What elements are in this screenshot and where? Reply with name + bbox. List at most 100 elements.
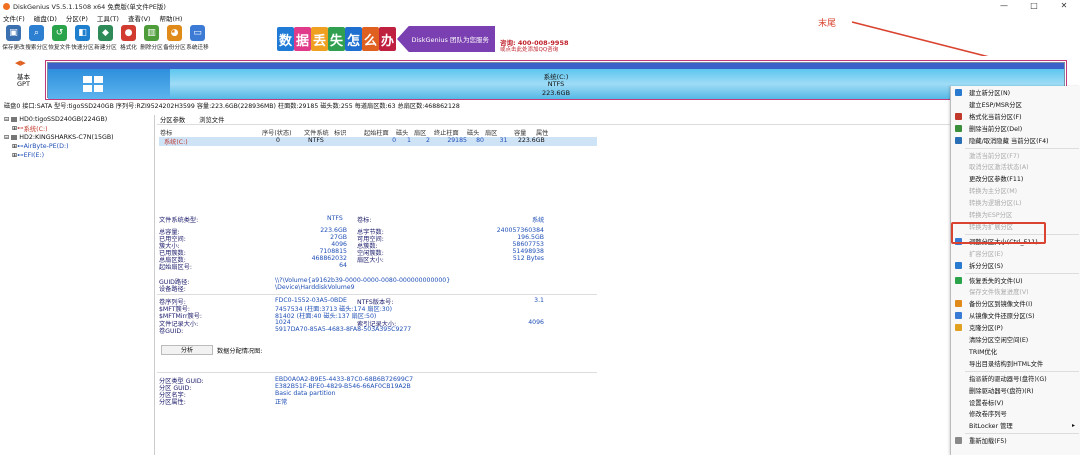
menu-item-icon bbox=[955, 410, 962, 417]
context-menu-item[interactable]: 导出目录结构到HTML文件 bbox=[951, 358, 1080, 369]
banner-char: 丢 bbox=[311, 27, 328, 51]
menu-item-icon bbox=[955, 324, 962, 332]
context-menu-label: 克隆分区(P) bbox=[969, 325, 1003, 333]
context-menu-item: 转换为ESP分区 bbox=[951, 209, 1080, 220]
system-migrate-button[interactable]: ▭ 系统迁移 bbox=[186, 23, 209, 55]
context-menu-label: 建立新分区(N) bbox=[969, 90, 1011, 97]
menu-item-icon bbox=[955, 124, 962, 132]
context-menu-label: 设置卷标(V) bbox=[969, 399, 1004, 407]
context-menu-label: 取消分区激活状态(A) bbox=[969, 164, 1029, 172]
menu-view[interactable]: 查看(V) bbox=[128, 13, 151, 23]
fs-info-value: 1024 bbox=[275, 319, 291, 326]
context-menu-item[interactable]: 指派新的驱动器号(盘符)(G) bbox=[951, 373, 1080, 384]
title-bar: DiskGenius V5.5.1.1508 x64 免费版(单文件PE版) —… bbox=[0, 0, 1080, 12]
disk-nav-arrows-icon[interactable]: ◀▶ bbox=[15, 59, 26, 67]
context-menu-item[interactable]: 更改分区参数(F11) bbox=[951, 173, 1080, 184]
fs-info-value: 5917DA70-85A5-4683-8FA8-503A395C9277 bbox=[275, 326, 412, 333]
context-menu: 建立新分区(N) 建立ESP/MSR分区格式化当前分区(F) 删除当前分区(Del)… bbox=[950, 86, 1080, 455]
context-menu-item[interactable]: 备份分区到镜像文件(I) bbox=[951, 298, 1080, 309]
context-menu-item[interactable]: 格式化当前分区(F) bbox=[951, 111, 1080, 122]
context-menu-item: 转换为主分区(M) bbox=[951, 185, 1080, 196]
context-menu-label: BitLocker 管理 bbox=[969, 423, 1013, 431]
menu-item-icon bbox=[955, 387, 962, 394]
tree-item-hd0[interactable]: ⊟ HD0:tigoSSD240GB(224GB) bbox=[0, 115, 154, 124]
save-changes-button[interactable]: ▣ 保存更改 bbox=[2, 23, 25, 55]
menu-item-icon bbox=[955, 136, 962, 144]
recover-icon: ↺ bbox=[52, 25, 67, 41]
context-menu-item[interactable]: 清除分区空闲空间(E) bbox=[951, 334, 1080, 345]
device-path-label: 设备路径: bbox=[159, 286, 186, 293]
promo-banner[interactable]: 数 据 丢 失 怎 么 办 DiskGenius 团队为您服务 咨询: 400-… bbox=[275, 24, 569, 55]
context-menu-item[interactable]: 建立新分区(N) bbox=[951, 87, 1080, 98]
recover-files-button[interactable]: ↺ 恢复文件 bbox=[48, 23, 71, 55]
context-menu-label: 修改卷序列号 bbox=[969, 411, 1007, 419]
menu-item-icon bbox=[955, 348, 962, 355]
device-path-value: \Device\HarddiskVolume9 bbox=[275, 284, 355, 291]
menu-disk[interactable]: 磁盘(D) bbox=[34, 13, 57, 23]
save-icon: ▣ bbox=[6, 25, 21, 41]
context-menu-label: 导出目录结构到HTML文件 bbox=[969, 360, 1044, 368]
analyze-label: 数据分配情况图: bbox=[217, 348, 263, 355]
context-menu-label: 保存文件恢复进度(V) bbox=[969, 289, 1029, 297]
context-menu-item[interactable]: TRIM优化 bbox=[951, 346, 1080, 357]
expand-icon[interactable]: ⊟ bbox=[4, 116, 9, 123]
menu-help[interactable]: 帮助(H) bbox=[159, 13, 182, 23]
menu-item-icon bbox=[955, 360, 962, 367]
analyze-button[interactable]: 分析 bbox=[161, 345, 213, 355]
context-menu-item: 转换为逻辑分区(L) bbox=[951, 197, 1080, 208]
tab-browse-files[interactable]: 浏览文件 bbox=[199, 115, 224, 124]
context-menu-item: 保存文件恢复进度(V) bbox=[951, 286, 1080, 297]
context-menu-item[interactable]: 隐藏/取消隐藏 当前分区(F4) bbox=[951, 135, 1080, 146]
menu-item-icon bbox=[955, 422, 962, 429]
new-partition-button[interactable]: ◆ 新建分区 bbox=[94, 23, 117, 55]
vol-label-value: 系统 bbox=[532, 217, 545, 224]
banner-char: 怎 bbox=[345, 27, 362, 51]
fs-type-value: NTFS bbox=[327, 215, 343, 222]
menu-file[interactable]: 文件(F) bbox=[3, 13, 25, 23]
menu-separator bbox=[965, 147, 1079, 149]
menu-separator bbox=[965, 433, 1079, 435]
window-title: DiskGenius V5.5.1.1508 x64 免费版(单文件PE版) bbox=[13, 3, 166, 11]
context-menu-item[interactable]: 删除驱动器号(盘符)(R) bbox=[951, 385, 1080, 396]
tab-partition-params[interactable]: 分区参数 bbox=[160, 115, 185, 124]
disk-info-line: 磁盘0 接口:SATA 型号:tigoSSD240GB 序列号:RZI95242… bbox=[4, 103, 460, 110]
tree-item-d[interactable]: ⊞ ⊷ AirByte-PE(D:) bbox=[0, 142, 154, 151]
menu-partition[interactable]: 分区(P) bbox=[66, 13, 88, 23]
close-button[interactable]: ✕ bbox=[1050, 0, 1078, 12]
fs-info-value: 3.1 bbox=[534, 297, 544, 304]
tree-item-hd2[interactable]: ⊟ HD2:KINGSHARKS-C7N(15GB) bbox=[0, 133, 154, 142]
context-menu-label: 建立ESP/MSR分区 bbox=[969, 101, 1022, 109]
context-menu-label: 删除当前分区(Del) bbox=[969, 125, 1023, 133]
backup-partition-button[interactable]: ◕ 备份分区 bbox=[163, 23, 186, 55]
table-row[interactable]: 系统(C:) 0 NTFS 0 1 2 29185 80 31 223.6GB bbox=[159, 137, 597, 146]
minimize-button[interactable]: — bbox=[990, 0, 1018, 12]
context-menu-item[interactable]: 克隆分区(P) bbox=[951, 322, 1080, 333]
format-button[interactable]: ● 格式化 bbox=[117, 23, 140, 55]
quick-partition-button[interactable]: ◧ 快速分区 bbox=[71, 23, 94, 55]
context-menu-item: 扩容分区(E) bbox=[951, 248, 1080, 259]
context-menu-label: 从镜像文件还原分区(S) bbox=[969, 313, 1035, 321]
context-menu-item[interactable]: 恢复丢失的文件(U) bbox=[951, 275, 1080, 286]
context-menu-item[interactable]: 从镜像文件还原分区(S) bbox=[951, 310, 1080, 321]
context-menu-item[interactable]: BitLocker 管理 ▸ bbox=[951, 420, 1080, 431]
context-menu-label: 转换为主分区(M) bbox=[969, 188, 1018, 196]
context-menu-item[interactable]: 修改卷序列号 bbox=[951, 408, 1080, 419]
tree-item-e[interactable]: ⊞ ⊷ EFI(E:) bbox=[0, 151, 154, 160]
context-menu-item[interactable]: 设置卷标(V) bbox=[951, 397, 1080, 408]
tree-item-c[interactable]: ⊞ ⊷ 系统(C:) bbox=[0, 124, 154, 133]
banner-char: 么 bbox=[362, 27, 379, 51]
expand-icon[interactable]: ⊟ bbox=[4, 134, 9, 141]
context-menu-item[interactable]: 建立ESP/MSR分区 bbox=[951, 99, 1080, 110]
context-menu-item[interactable]: 重新加载(F5) bbox=[951, 435, 1080, 446]
context-menu-item[interactable]: 删除当前分区(Del) bbox=[951, 123, 1080, 134]
delete-partition-button[interactable]: ▥ 删除分区 bbox=[140, 23, 163, 55]
search-partition-button[interactable]: ⌕ 搜索分区 bbox=[25, 23, 48, 55]
maximize-button[interactable]: □ bbox=[1020, 0, 1048, 12]
banner-char: 据 bbox=[294, 27, 311, 51]
menu-tools[interactable]: 工具(T) bbox=[97, 13, 119, 23]
banner-qq[interactable]: 或点击此处添加QQ咨询 bbox=[500, 45, 558, 53]
context-menu-item[interactable]: 拆分分区(S) bbox=[951, 260, 1080, 271]
fs-info-label: 起始扇区号: bbox=[159, 264, 193, 271]
fs-type-label: 文件系统类型: bbox=[159, 217, 199, 224]
fs-info-value: 64 bbox=[339, 262, 347, 269]
